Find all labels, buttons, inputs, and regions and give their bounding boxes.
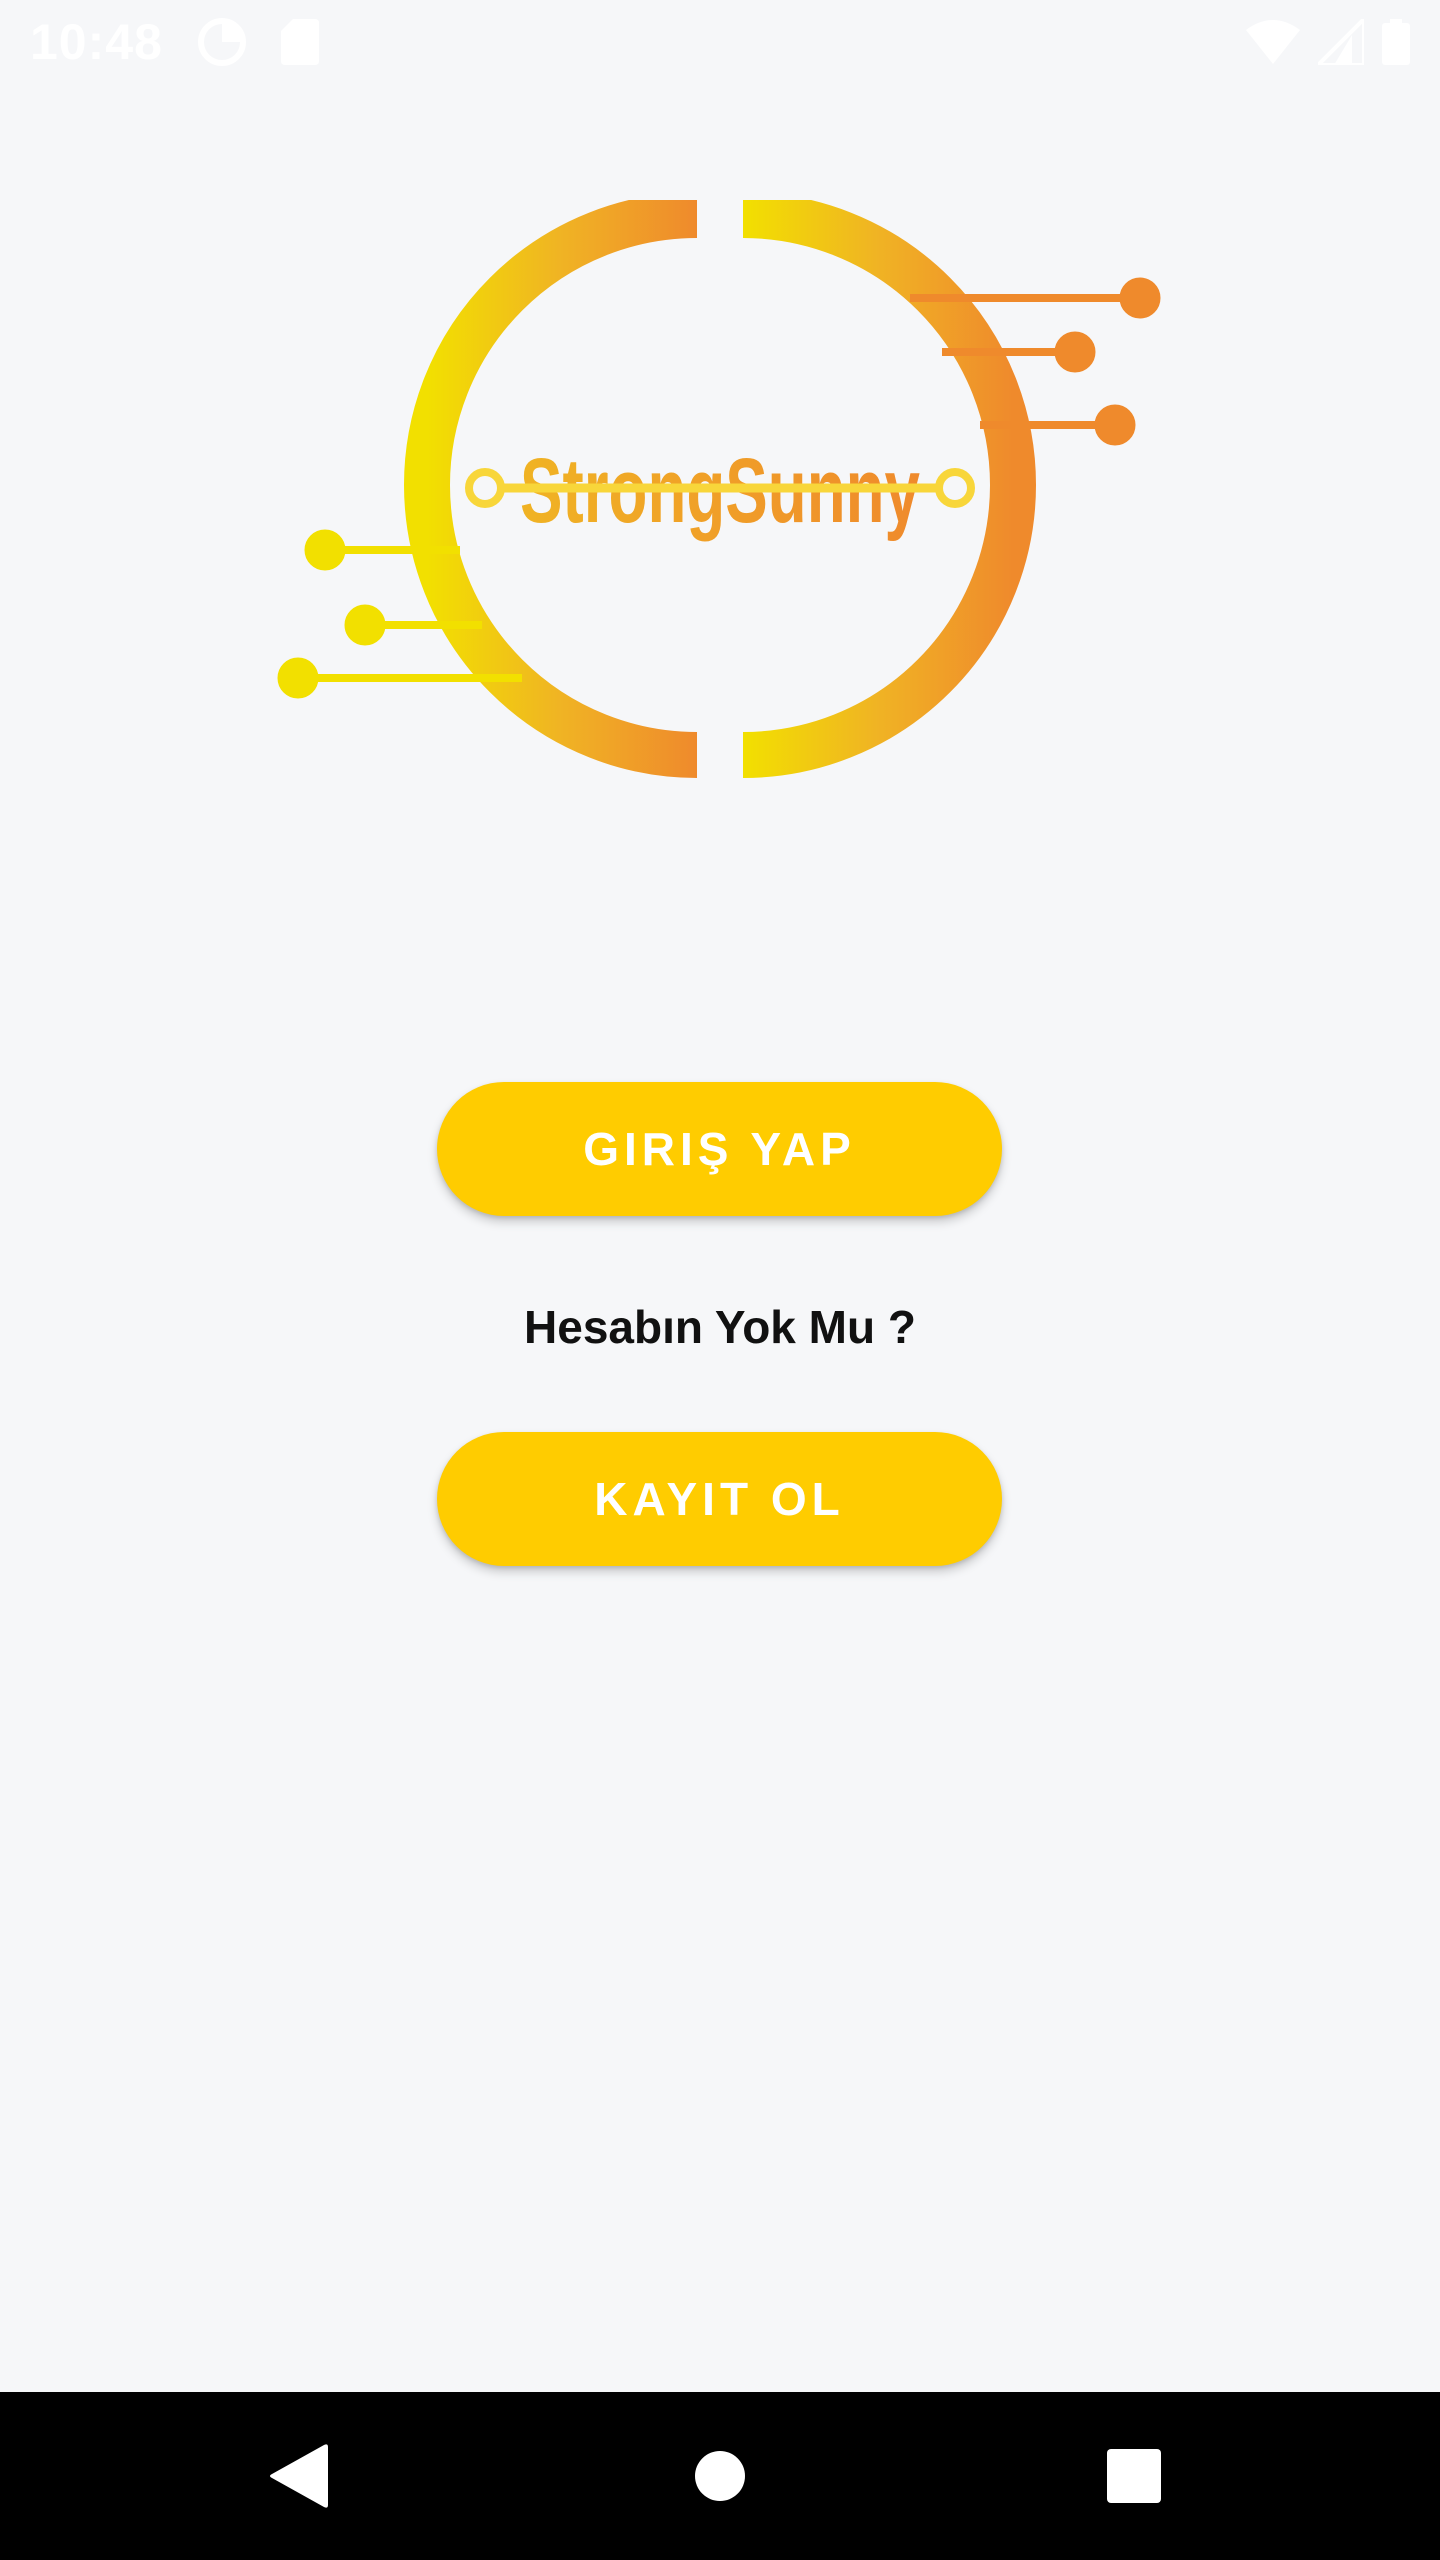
recents-button[interactable] bbox=[1034, 2392, 1234, 2560]
sd-card-icon bbox=[280, 19, 319, 65]
welcome-screen: 10:48 StrongSunny GIRIŞ YAP Hesabın Yok … bbox=[0, 0, 1440, 2560]
status-time: 10:48 bbox=[30, 14, 163, 70]
battery-icon bbox=[1382, 19, 1410, 65]
data-saver-icon bbox=[197, 18, 246, 66]
recents-icon bbox=[1107, 2449, 1161, 2503]
home-button[interactable] bbox=[620, 2392, 820, 2560]
no-account-text: Hesabın Yok Mu ? bbox=[524, 1301, 916, 1353]
status-bar: 10:48 bbox=[0, 0, 1440, 84]
cell-signal-icon bbox=[1318, 19, 1364, 65]
status-right bbox=[1246, 19, 1410, 65]
login-button[interactable]: GIRIŞ YAP bbox=[437, 1082, 1002, 1216]
strongsunny-logo: StrongSunny bbox=[270, 200, 1170, 780]
strongsunny-logo-graphic: StrongSunny bbox=[277, 200, 1161, 778]
back-button[interactable] bbox=[200, 2392, 400, 2560]
status-left: 10:48 bbox=[30, 13, 319, 71]
wifi-icon bbox=[1246, 20, 1300, 64]
back-icon bbox=[270, 2444, 328, 2508]
navigation-bar bbox=[0, 2392, 1440, 2560]
home-icon bbox=[695, 2451, 745, 2501]
register-button[interactable]: KAYIT OL bbox=[437, 1432, 1002, 1566]
